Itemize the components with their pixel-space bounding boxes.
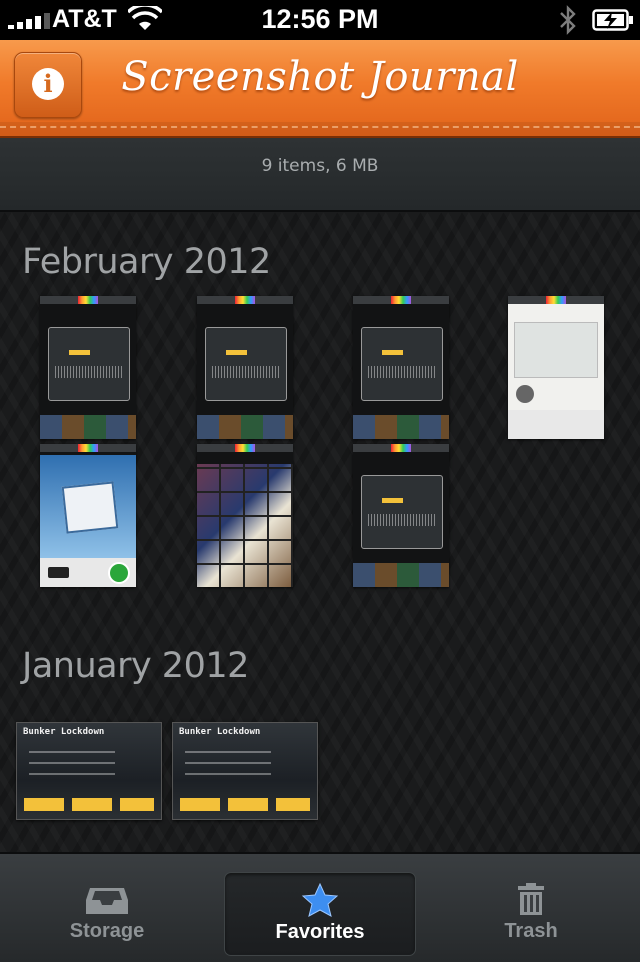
tab-bar: Storage Favorites Trash	[0, 852, 640, 962]
screenshot-thumbnail[interactable]: Bunker Lockdown	[16, 722, 162, 820]
tab-trash[interactable]: Trash	[436, 872, 626, 954]
screenshot-thumbnail[interactable]	[197, 296, 293, 439]
screenshot-thumbnail[interactable]: Bunker Lockdown	[172, 722, 318, 820]
battery-charging-icon	[592, 9, 633, 31]
star-icon	[301, 883, 339, 917]
bluetooth-icon	[560, 5, 576, 35]
status-time: 12:56 PM	[261, 4, 379, 34]
items-summary: 9 items, 6 MB	[261, 156, 379, 176]
tab-storage[interactable]: Storage	[12, 872, 202, 954]
info-icon: i	[32, 68, 64, 100]
screenshot-thumbnail[interactable]	[40, 296, 136, 439]
tab-storage-label: Storage	[69, 920, 145, 942]
thumbnail-title: Bunker Lockdown	[179, 727, 261, 737]
section-title-february-2012: February 2012	[22, 242, 271, 282]
section-title-january-2012: January 2012	[22, 646, 249, 686]
tab-favorites[interactable]: Favorites	[224, 872, 416, 956]
screenshot-thumbnail[interactable]	[508, 296, 604, 439]
screenshot-thumbnail[interactable]	[40, 444, 136, 587]
screenshot-thumbnail[interactable]	[197, 444, 293, 587]
tab-trash-label: Trash	[504, 920, 558, 942]
inbox-tray-icon	[86, 888, 128, 914]
screenshot-list[interactable]: February 2012 January 2012 Bunker Lockdo…	[0, 212, 640, 852]
app-header: i Screenshot Journal	[0, 40, 640, 138]
info-button[interactable]: i	[14, 52, 82, 118]
summary-bar: 9 items, 6 MB	[0, 138, 640, 212]
thumbnail-title: Bunker Lockdown	[23, 727, 105, 737]
screenshot-thumbnail[interactable]	[353, 444, 449, 587]
app-title: Screenshot Journal	[121, 54, 519, 100]
tab-favorites-label: Favorites	[275, 921, 365, 943]
screenshot-thumbnail[interactable]	[353, 296, 449, 439]
status-bar: AT&T 12:56 PM	[0, 0, 640, 40]
trash-can-icon	[518, 883, 544, 915]
